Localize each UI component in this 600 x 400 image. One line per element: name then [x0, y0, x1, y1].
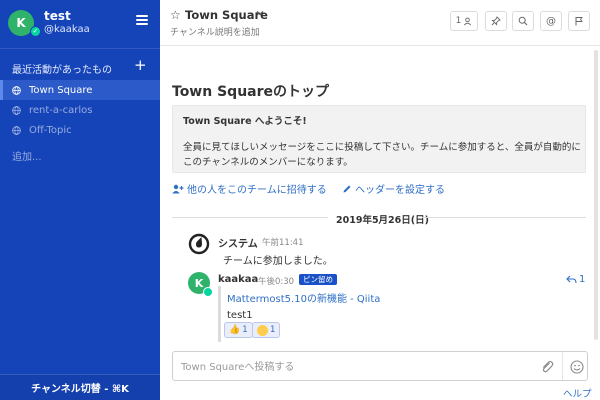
favorite-star-icon[interactable]: ☆: [170, 8, 181, 22]
reply-button[interactable]: 1: [566, 274, 585, 285]
pinned-badge: ピン留め: [299, 274, 337, 285]
globe-icon: [12, 125, 21, 135]
channel-intro-welcome: Town Square へようこそ!: [183, 116, 307, 127]
chevron-down-icon[interactable]: [256, 9, 264, 17]
link-preview-title[interactable]: Mattermost5.10の新機能 - Qiita: [227, 290, 380, 305]
globe-icon: [12, 85, 21, 95]
sidebar: K ✓ test @kaakaa 最近活動があったもの + Town Squar…: [0, 0, 160, 400]
help-link[interactable]: ヘルプ: [563, 386, 592, 400]
invite-people-label: 他の人をこのチームに招待する: [187, 185, 327, 196]
scrollbar[interactable]: [594, 50, 598, 340]
member-count: 1: [455, 16, 462, 26]
channel-switcher-button[interactable]: チャンネル切替 - ⌘K: [0, 374, 160, 400]
more-channels-link[interactable]: 追加...: [12, 148, 42, 163]
composer-divider: [562, 352, 563, 380]
channel-label: Off-Topic: [29, 124, 72, 136]
post-author[interactable]: kaakaa: [218, 274, 258, 285]
channel-header: ☆ Town Square チャンネル説明を追加 1 @: [160, 0, 600, 46]
add-channel-icon[interactable]: +: [134, 56, 147, 74]
team-name: test: [44, 9, 71, 23]
main-menu-icon[interactable]: [136, 15, 148, 25]
globe-icon: [12, 105, 21, 115]
post-time[interactable]: 午前11:41: [262, 236, 304, 248]
flagged-posts-button[interactable]: [568, 11, 590, 31]
smile-icon: [257, 324, 268, 336]
search-icon: [518, 16, 528, 26]
member-icon: [464, 17, 472, 25]
sidebar-divider: [0, 48, 160, 49]
channel-label: rent-a-carlos: [29, 104, 93, 116]
online-status-icon: ✓: [30, 26, 41, 37]
post-message: test1: [227, 310, 253, 321]
reply-count: 1: [579, 274, 586, 285]
post-author[interactable]: システム: [218, 235, 258, 250]
channel-intro-description: 全員に見てほしいメッセージをここに投稿して下さい。チームに参加すると、全員が自動…: [183, 142, 581, 168]
pinned-posts-button[interactable]: [485, 11, 507, 31]
channel-intro-title: Town Squareのトップ: [172, 84, 330, 100]
sidebar-item-town-square[interactable]: Town Square: [0, 80, 160, 100]
search-button[interactable]: [512, 11, 534, 31]
set-header-label: ヘッダーを設定する: [355, 185, 445, 196]
post-message: チームに参加しました。: [223, 256, 333, 267]
channel-purpose-link[interactable]: チャンネル説明を追加: [170, 25, 260, 38]
channel-intro-box: Town Square へようこそ! 全員に見てほしいメッセージをここに投稿して…: [172, 105, 586, 173]
recent-mentions-button[interactable]: @: [540, 11, 562, 31]
add-user-icon: [172, 184, 184, 193]
team-header[interactable]: K ✓ test @kaakaa: [0, 0, 160, 46]
message-composer: [172, 351, 588, 381]
pencil-icon: [343, 185, 351, 192]
separator-line: [172, 217, 328, 218]
section-header-recent: 最近活動があったもの: [12, 65, 112, 76]
channel-label: Town Square: [29, 84, 93, 96]
attachment-icon[interactable]: [539, 359, 555, 375]
online-status-icon: [203, 287, 213, 297]
message-input[interactable]: [181, 358, 531, 376]
flag-icon: [575, 17, 583, 26]
date-separator-text: 2019年5月26日(日): [336, 215, 429, 226]
separator-line: [422, 217, 586, 218]
reaction-count: 1: [242, 325, 248, 335]
reaction-count: 1: [270, 325, 276, 335]
member-list-button[interactable]: 1: [450, 11, 478, 31]
username: @kaakaa: [44, 24, 90, 35]
invite-people-link[interactable]: 他の人をこのチームに招待する: [172, 181, 327, 196]
reaction-smile[interactable]: 1: [252, 322, 281, 338]
date-separator: 2019年5月26日(日): [172, 212, 586, 226]
set-header-link[interactable]: ヘッダーを設定する: [342, 181, 445, 196]
mention-icon: @: [546, 15, 556, 27]
reply-arrow-icon: [566, 275, 577, 284]
sidebar-item-off-topic[interactable]: Off-Topic: [0, 120, 160, 140]
emoji-picker-icon[interactable]: [569, 359, 585, 375]
thumbsup-icon: 👍: [229, 325, 241, 335]
mattermost-logo-icon: [188, 233, 210, 255]
pin-icon: [491, 16, 501, 26]
reaction-thumbsup[interactable]: 👍 1: [224, 322, 253, 338]
sidebar-item-rent-a-carlos[interactable]: rent-a-carlos: [0, 100, 160, 120]
